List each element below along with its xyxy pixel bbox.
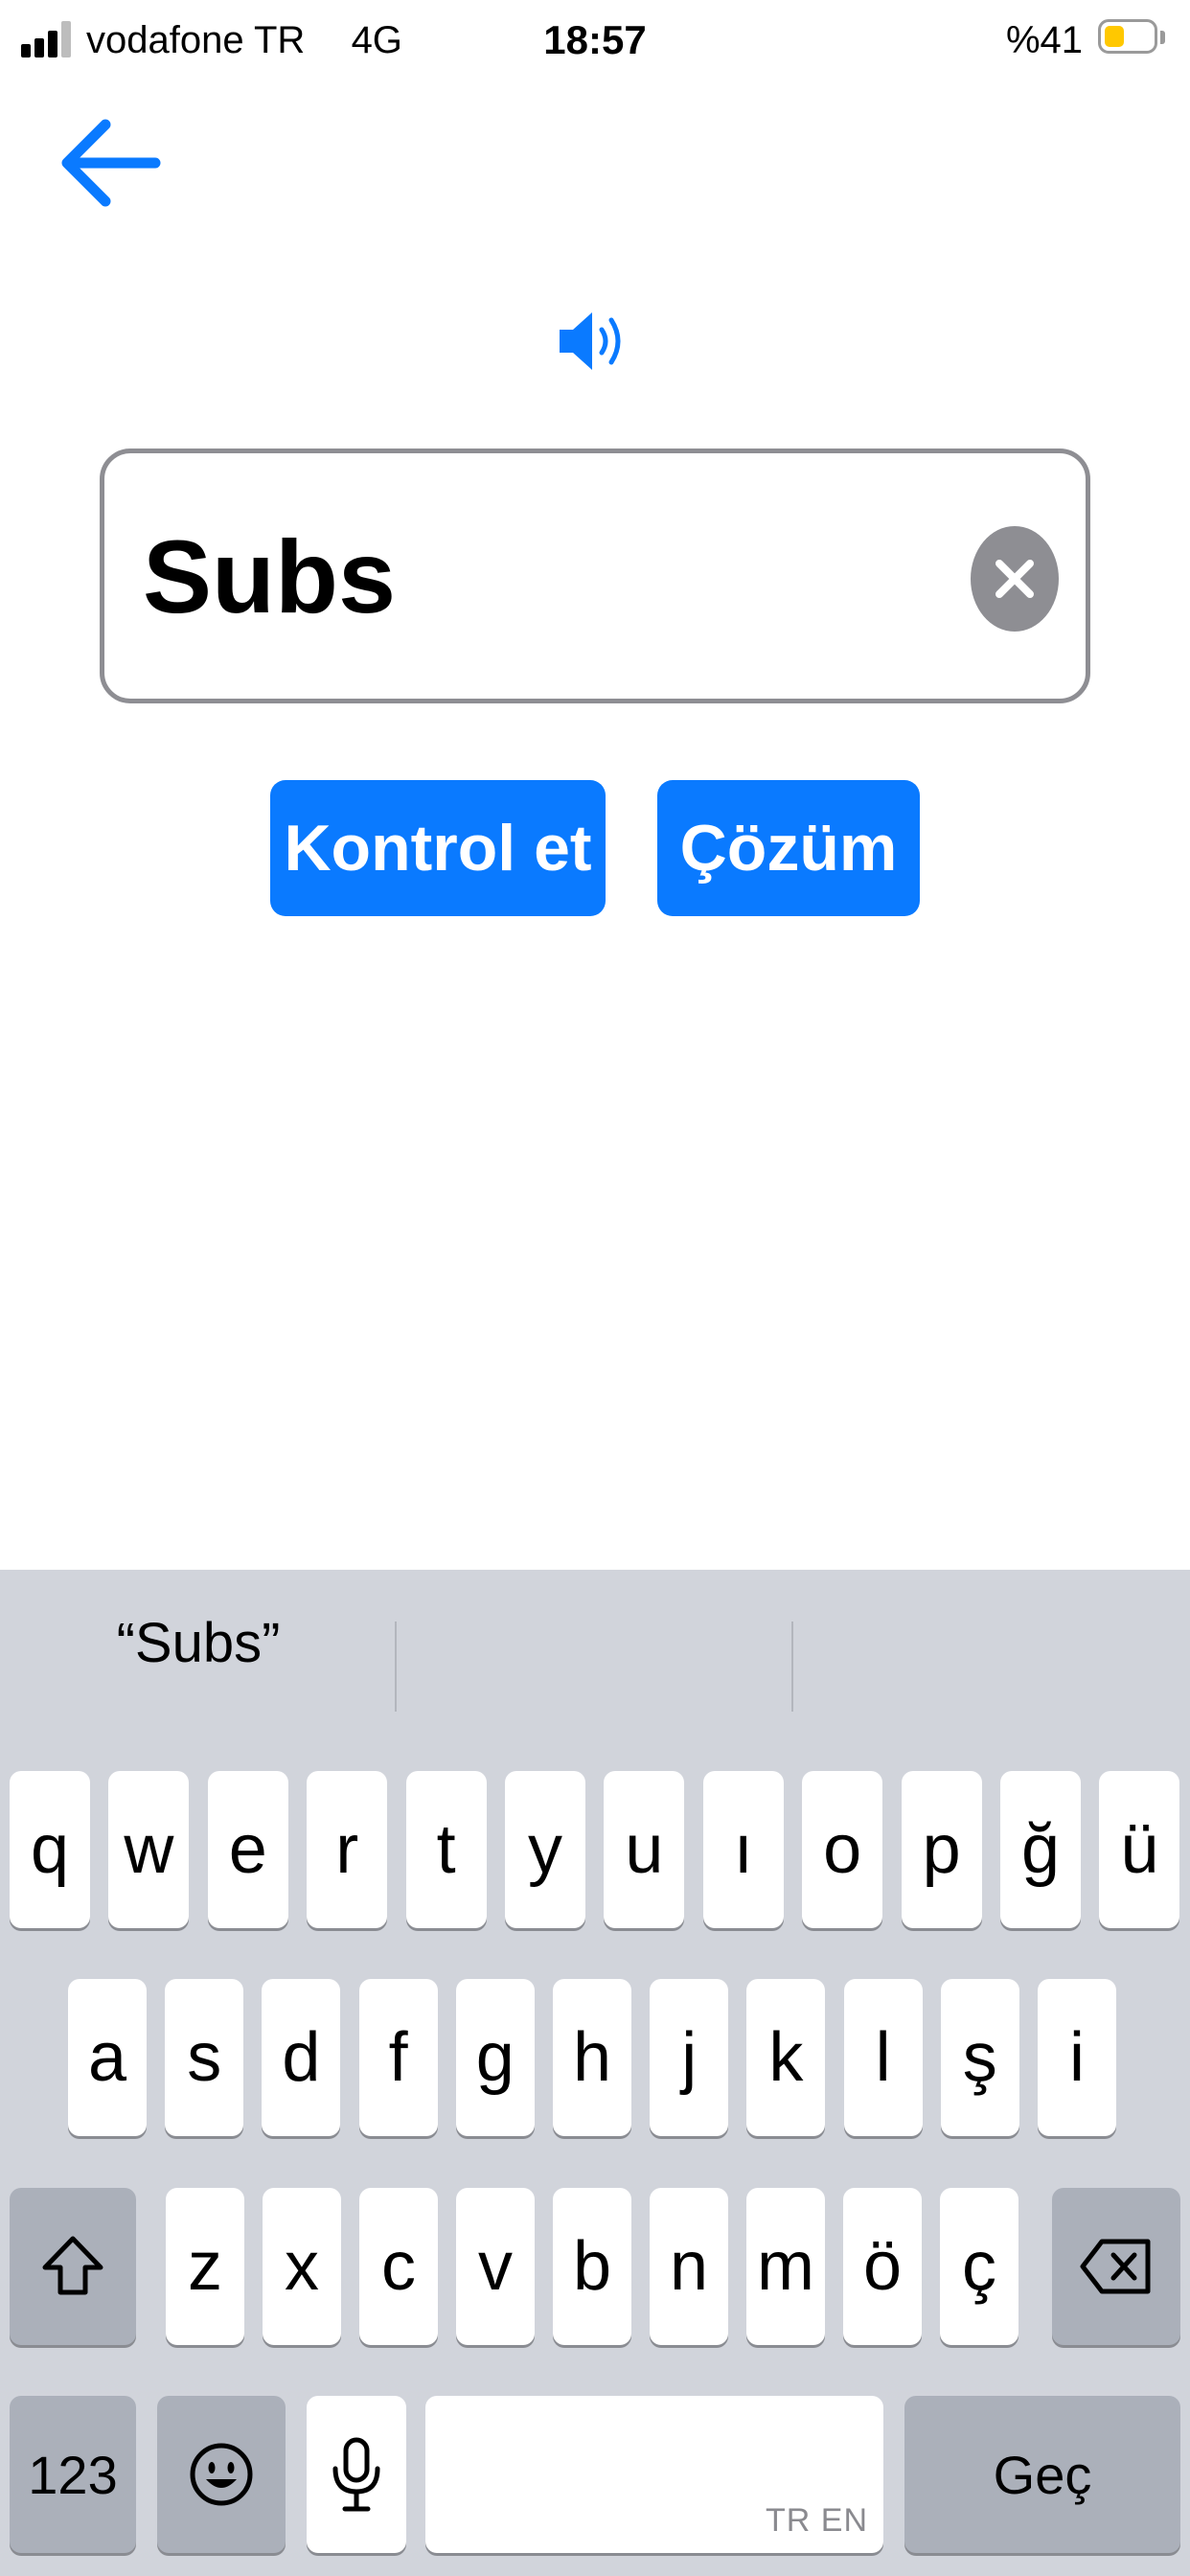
key-label: o [823,1811,862,1888]
key-3[interactable]: c [359,2188,438,2345]
play-audio-button[interactable] [556,307,632,376]
key-9[interactable]: o [802,1771,883,1928]
numbers-key-label: 123 [28,2444,118,2505]
key-label: s [187,2019,222,2096]
key-label: c [381,2228,416,2305]
key-label: h [572,2019,612,2096]
key-label: t [436,1811,456,1888]
battery-icon [1098,19,1167,58]
key-label: b [572,2228,612,2305]
battery-percent: %41 [1005,19,1083,61]
key-5[interactable]: b [553,2188,631,2345]
key-6[interactable]: n [650,2188,728,2345]
suggestion-bar: “Subs” [0,1570,1190,1715]
key-12[interactable]: ü [1099,1771,1180,1928]
key-label: x [285,2228,319,2305]
key-10[interactable]: p [901,1771,982,1928]
key-label: a [87,2019,127,2096]
clear-input-button[interactable] [971,526,1059,632]
key-label: r [335,1811,359,1888]
key-label: p [922,1811,961,1888]
suggestion-3[interactable] [793,1570,1190,1715]
key-1[interactable]: a [68,1979,147,2136]
keyboard: “Subs” qwertyuıopğü asdfghjklşi zxcvbnmö… [0,1570,1190,2576]
key-label: n [669,2228,709,2305]
key-label: u [625,1811,664,1888]
solution-button[interactable]: Çözüm [657,780,920,916]
key-label: y [528,1811,562,1888]
key-9[interactable]: ç [940,2188,1018,2345]
key-11[interactable]: ğ [1000,1771,1081,1928]
key-label: g [475,2019,515,2096]
emoji-icon [190,2443,253,2506]
key-label: i [1069,2019,1085,2096]
key-label: v [478,2228,513,2305]
key-2[interactable]: s [165,1979,244,2136]
key-label: z [188,2228,222,2305]
return-key[interactable]: Geç [904,2396,1180,2553]
key-label: ü [1120,1811,1159,1888]
key-7[interactable]: j [650,1979,729,2136]
key-5[interactable]: t [405,1771,487,1928]
key-4[interactable]: r [307,1771,388,1928]
key-8[interactable]: ö [843,2188,922,2345]
check-button[interactable]: Kontrol et [270,780,606,916]
key-label: k [768,2019,804,2096]
key-1[interactable]: z [166,2188,244,2345]
key-7[interactable]: u [604,1771,685,1928]
back-button[interactable] [56,105,171,220]
key-label: ı [733,1811,753,1888]
return-key-label: Geç [993,2444,1092,2505]
key-label: ö [862,2228,903,2305]
numbers-key[interactable]: 123 [10,2396,136,2553]
key-4[interactable]: v [456,2188,535,2345]
speaker-icon [560,312,621,370]
shift-icon [42,2236,103,2295]
key-6[interactable]: h [553,1979,631,2136]
key-label: j [681,2019,698,2096]
key-7[interactable]: m [746,2188,825,2345]
backspace-icon [1080,2239,1151,2294]
microphone-icon [332,2437,380,2512]
suggestion-2[interactable] [397,1570,793,1715]
status-bar: vodafone TR 4G 18:57 %41 [0,0,1190,80]
key-label: ç [962,2228,996,2305]
key-8[interactable]: k [746,1979,826,2136]
emoji-key[interactable] [157,2396,286,2553]
answer-input[interactable] [143,511,938,641]
key-1[interactable]: q [10,1771,90,1928]
shift-key[interactable] [10,2188,136,2345]
suggestion-1[interactable]: “Subs” [0,1570,397,1715]
key-6[interactable]: y [505,1771,585,1928]
key-11[interactable]: i [1038,1979,1116,2136]
key-8[interactable]: ı [702,1771,784,1928]
key-2[interactable]: x [263,2188,341,2345]
arrow-left-icon [61,119,161,207]
key-5[interactable]: g [455,1979,535,2136]
key-label: f [388,2019,408,2096]
delete-key[interactable] [1052,2188,1180,2345]
key-label: q [30,1811,70,1888]
key-label: d [282,2019,321,2096]
key-10[interactable]: ş [940,1979,1019,2136]
key-9[interactable]: l [843,1979,923,2136]
key-2[interactable]: w [108,1771,190,1928]
key-label: ş [962,2019,997,2096]
key-label: w [124,1811,174,1888]
key-label: e [228,1811,267,1888]
key-label: m [757,2228,814,2305]
language-hint: TR EN [766,2502,868,2539]
clear-x-icon [995,560,1034,598]
key-3[interactable]: d [262,1979,341,2136]
key-4[interactable]: f [358,1979,438,2136]
key-3[interactable]: e [207,1771,288,1928]
answer-field[interactable] [100,448,1090,703]
key-label: l [875,2019,891,2096]
dictation-key[interactable] [307,2396,406,2553]
key-label: ğ [1020,1811,1061,1888]
space-key[interactable]: TR EN [425,2396,883,2553]
